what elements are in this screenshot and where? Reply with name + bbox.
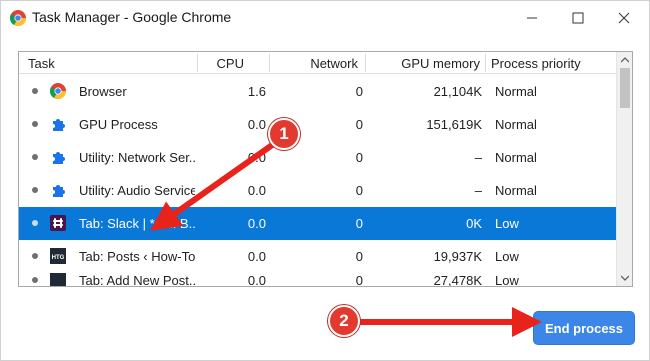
bullet-icon (32, 187, 38, 193)
column-header-cpu[interactable]: CPU (217, 56, 244, 71)
htg-icon: HTG (50, 248, 66, 264)
cpu-value: 0.0 (247, 249, 266, 264)
table-row[interactable]: Tab: Add New Post... 0.0 0 27,478K Low (19, 273, 616, 287)
table-row[interactable]: HTG Tab: Posts ‹ How-To... 0.0 0 19,937K… (19, 240, 616, 273)
annotation-badge-1: 1 (268, 118, 300, 150)
slack-icon (50, 215, 66, 231)
cpu-value: 0.0 (247, 150, 266, 165)
gpu-memory-value: 0K (466, 216, 482, 231)
close-button[interactable] (601, 1, 647, 35)
task-name: Browser (79, 84, 127, 99)
network-value: 0 (355, 249, 363, 264)
column-divider[interactable] (269, 54, 270, 72)
priority-value: Normal (495, 150, 537, 165)
maximize-icon (572, 12, 584, 24)
htg-icon (50, 273, 66, 286)
table-row[interactable]: Browser 1.6 0 21,104K Normal (19, 75, 616, 108)
priority-value: Low (495, 216, 519, 231)
cpu-value: 0.0 (247, 273, 266, 287)
gpu-memory-value: 19,937K (433, 249, 482, 264)
maximize-button[interactable] (555, 1, 601, 35)
cpu-value: 0.0 (247, 117, 266, 132)
scroll-down-button[interactable] (617, 270, 632, 286)
network-value: 0 (355, 216, 363, 231)
end-process-button[interactable]: End process (534, 312, 634, 344)
column-header-network[interactable]: Network (310, 56, 358, 71)
annotation-badge-2: 2 (328, 305, 360, 337)
network-value: 0 (355, 273, 363, 287)
chrome-icon (50, 83, 66, 99)
bullet-icon (32, 253, 38, 259)
scroll-thumb[interactable] (620, 68, 630, 108)
bullet-icon (32, 88, 38, 94)
table-row[interactable]: Utility: Audio Service 0.0 0 – Normal (19, 174, 616, 207)
bullet-icon (32, 277, 38, 283)
chrome-icon (10, 10, 26, 26)
gpu-memory-value: 27,478K (433, 273, 482, 287)
task-manager-window: Task Manager - Google Chrome Task CPU Ne… (0, 0, 650, 361)
scroll-up-button[interactable] (617, 52, 632, 68)
priority-value: Low (495, 273, 519, 287)
table-row-selected[interactable]: Tab: Slack | * e... B... 0.0 0 0K Low (19, 207, 616, 240)
network-value: 0 (355, 150, 363, 165)
cpu-value: 0.0 (247, 216, 266, 231)
vertical-scrollbar[interactable] (616, 52, 632, 286)
priority-value: Normal (495, 84, 537, 99)
gpu-memory-value: 151,619K (426, 117, 482, 132)
svg-text:HTG: HTG (52, 255, 65, 261)
minimize-icon (527, 17, 537, 19)
priority-value: Normal (495, 117, 537, 132)
process-table: Task CPU Network GPU memory Process prio… (18, 51, 633, 287)
column-divider[interactable] (485, 54, 486, 72)
close-icon (618, 12, 630, 24)
puzzle-icon (53, 119, 65, 131)
puzzle-icon (53, 152, 65, 164)
chevron-down-icon (621, 275, 629, 281)
task-name: Utility: Network Ser... (79, 150, 195, 165)
priority-value: Low (495, 249, 519, 264)
network-value: 0 (355, 117, 363, 132)
cpu-value: 1.6 (247, 84, 266, 99)
table-header: Task CPU Network GPU memory Process prio… (19, 52, 616, 74)
task-name: Tab: Add New Post... (79, 273, 195, 287)
table-rows: Browser 1.6 0 21,104K Normal GPU Process… (19, 75, 616, 286)
bullet-icon (32, 220, 38, 226)
table-row[interactable]: GPU Process 0.0 0 151,619K Normal (19, 108, 616, 141)
title-bar[interactable]: Task Manager - Google Chrome (1, 1, 650, 35)
column-divider[interactable] (365, 54, 366, 72)
network-value: 0 (355, 183, 363, 198)
column-divider[interactable] (197, 54, 198, 72)
gpu-memory-value: – (474, 183, 482, 198)
column-header-process-priority[interactable]: Process priority (491, 56, 581, 71)
task-name: Utility: Audio Service (79, 183, 195, 198)
minimize-button[interactable] (509, 1, 555, 35)
task-name: Tab: Posts ‹ How-To... (79, 249, 195, 264)
task-name: GPU Process (79, 117, 158, 132)
gpu-memory-value: – (474, 150, 482, 165)
task-name: Tab: Slack | * e... B... (79, 216, 195, 231)
priority-value: Normal (495, 183, 537, 198)
chevron-up-icon (621, 57, 629, 63)
column-header-task[interactable]: Task (28, 56, 55, 71)
window-title: Task Manager - Google Chrome (32, 9, 232, 25)
puzzle-icon (53, 185, 65, 197)
column-header-gpu-memory[interactable]: GPU memory (401, 56, 480, 71)
network-value: 0 (355, 84, 363, 99)
table-row[interactable]: Utility: Network Ser... 0.0 0 – Normal (19, 141, 616, 174)
bullet-icon (32, 121, 38, 127)
cpu-value: 0.0 (247, 183, 266, 198)
bullet-icon (32, 154, 38, 160)
gpu-memory-value: 21,104K (433, 84, 482, 99)
